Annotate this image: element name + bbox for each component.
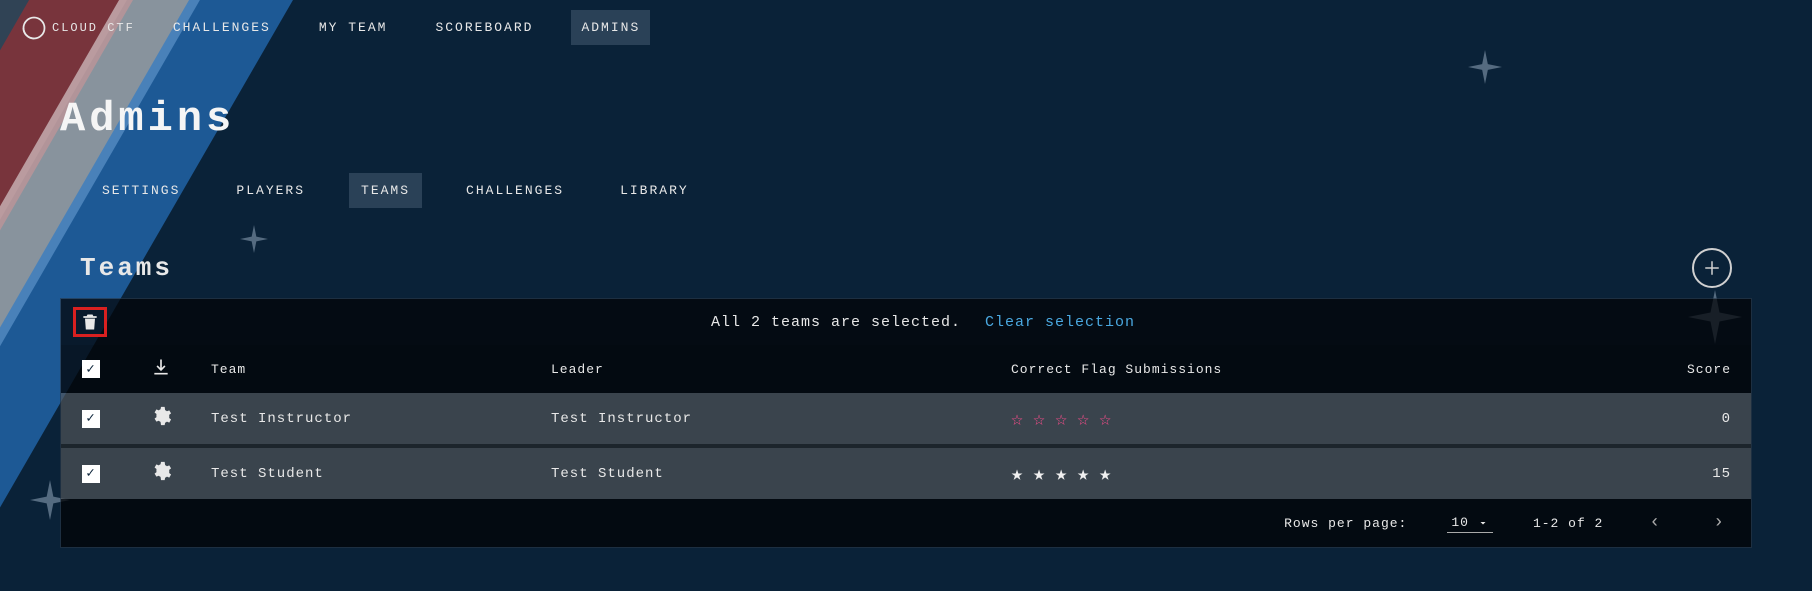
selection-message-text: All 2 teams are selected.: [711, 314, 961, 331]
cell-flags: ★★★★★: [1001, 446, 1481, 499]
download-icon[interactable]: [151, 357, 171, 377]
rows-per-page-select[interactable]: 10: [1447, 513, 1493, 533]
star-rating: ☆☆☆☆☆: [1011, 409, 1121, 432]
gear-icon[interactable]: [150, 405, 172, 427]
rows-per-page-label: Rows per page:: [1284, 516, 1407, 531]
admin-subtabs: SETTINGS PLAYERS TEAMS CHALLENGES LIBRARY: [90, 173, 1752, 208]
tab-teams[interactable]: TEAMS: [349, 173, 422, 208]
col-header-flags[interactable]: Correct Flag Submissions: [1001, 345, 1481, 393]
col-header-team[interactable]: Team: [201, 345, 541, 393]
chevron-down-icon: [1477, 517, 1489, 529]
prev-page-button[interactable]: ‹: [1643, 513, 1667, 533]
table-pagination: Rows per page: 10 1-2 of 2 ‹ ›: [61, 499, 1751, 547]
col-header-leader[interactable]: Leader: [541, 345, 1001, 393]
add-team-button[interactable]: [1692, 248, 1732, 288]
nav-admins[interactable]: ADMINS: [571, 10, 650, 45]
cell-team: Test Instructor: [201, 393, 541, 446]
row-checkbox[interactable]: ✓: [82, 410, 100, 428]
selection-bar: All 2 teams are selected. Clear selectio…: [61, 299, 1751, 345]
selection-message: All 2 teams are selected. Clear selectio…: [107, 314, 1739, 331]
row-checkbox[interactable]: ✓: [82, 465, 100, 483]
section-title: Teams: [80, 253, 173, 283]
cell-score: 0: [1481, 393, 1751, 446]
teams-table: All 2 teams are selected. Clear selectio…: [60, 298, 1752, 548]
tab-challenges[interactable]: CHALLENGES: [454, 173, 576, 208]
table-row[interactable]: ✓ Test InstructorTest Instructor ☆☆☆☆☆ 0: [61, 393, 1751, 446]
nav-challenges[interactable]: CHALLENGES: [163, 10, 281, 45]
tab-library[interactable]: LIBRARY: [608, 173, 701, 208]
brand-logo[interactable]: CLOUD CTF: [20, 14, 135, 42]
nav-scoreboard[interactable]: SCOREBOARD: [425, 10, 543, 45]
trash-icon: [80, 312, 100, 332]
tab-settings[interactable]: SETTINGS: [90, 173, 192, 208]
nav-my-team[interactable]: MY TEAM: [309, 10, 398, 45]
cell-leader: Test Instructor: [541, 393, 1001, 446]
col-header-score[interactable]: Score: [1481, 345, 1751, 393]
cell-score: 15: [1481, 446, 1751, 499]
cell-team: Test Student: [201, 446, 541, 499]
select-all-checkbox[interactable]: ✓: [82, 360, 100, 378]
top-nav: CLOUD CTF CHALLENGES MY TEAM SCOREBOARD ADM…: [0, 0, 1812, 55]
table-row[interactable]: ✓ Test StudentTest Student ★★★★★ 15: [61, 446, 1751, 499]
rows-per-page-value: 10: [1451, 515, 1469, 530]
plus-icon: [1703, 259, 1721, 277]
next-page-button[interactable]: ›: [1707, 513, 1731, 533]
clear-selection-link[interactable]: Clear selection: [985, 314, 1135, 331]
logo-icon: [20, 14, 48, 42]
pagination-range: 1-2 of 2: [1533, 516, 1603, 531]
star-rating: ★★★★★: [1011, 464, 1121, 487]
cell-leader: Test Student: [541, 446, 1001, 499]
tab-players[interactable]: PLAYERS: [224, 173, 317, 208]
cell-flags: ☆☆☆☆☆: [1001, 393, 1481, 446]
page-title: Admins: [60, 95, 1752, 143]
brand-text: CLOUD CTF: [52, 21, 135, 35]
gear-icon[interactable]: [150, 460, 172, 482]
delete-selected-button[interactable]: [73, 307, 107, 337]
